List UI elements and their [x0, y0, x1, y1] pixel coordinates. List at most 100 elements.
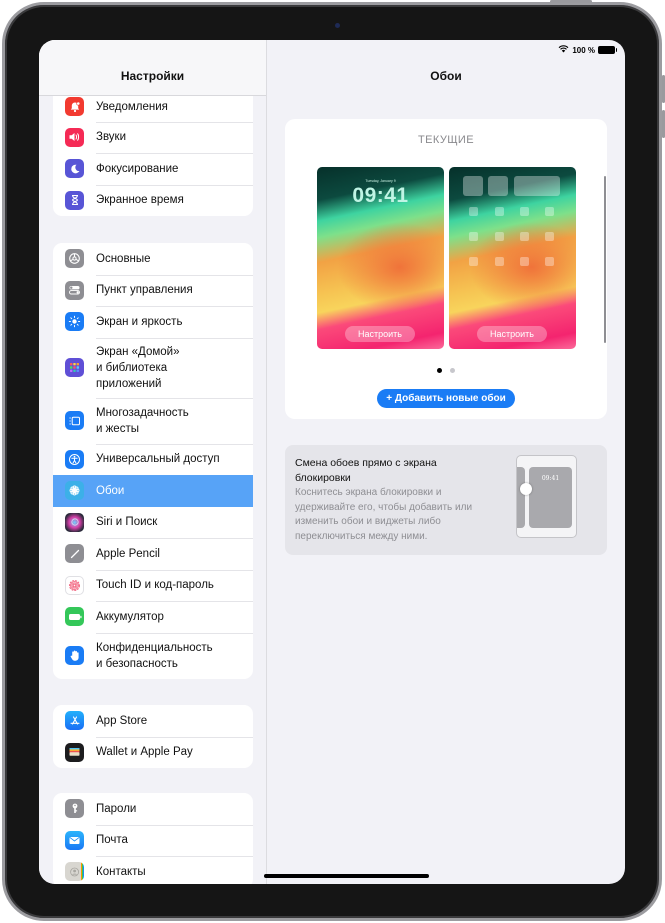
customize-home-screen-button[interactable]: Настроить — [477, 326, 547, 342]
sidebar-item-label: Wallet и Apple Pay — [96, 746, 193, 759]
battery-percentage: 100 % — [572, 45, 595, 55]
sidebar-item-siri-search[interactable]: Siri и Поиск — [53, 507, 253, 539]
lock-screen-preview[interactable]: Tuesday, January 9 09:41 Настроить — [317, 167, 444, 349]
widget-placeholder — [488, 176, 508, 196]
sidebar-item-label: Основные — [96, 252, 151, 265]
pencil-icon — [65, 544, 84, 564]
top-button[interactable] — [550, 0, 592, 3]
app-icon-placeholder — [495, 232, 504, 241]
sidebar-item-control-center[interactable]: Пункт управления — [53, 274, 253, 307]
app-icon-placeholder — [495, 207, 504, 216]
carousel-scroll-indicator — [604, 176, 606, 343]
customize-lock-screen-button[interactable]: Настроить — [345, 326, 415, 342]
illustration-side-panel — [517, 467, 525, 528]
app-icon-placeholder — [469, 207, 478, 216]
sidebar-item-label: Конфиденциальность и безопасность — [96, 641, 213, 670]
moon-icon — [65, 159, 84, 179]
page-dot-2[interactable] — [450, 368, 455, 373]
sidebar-item-contacts[interactable]: Контакты — [53, 856, 253, 884]
toggles-icon — [65, 280, 84, 300]
sidebar-header: Настройки — [39, 40, 266, 96]
sidebar-item-label: Экран «Домой» и библиотека приложений — [96, 345, 180, 390]
sidebar-item-label: Контакты — [96, 865, 146, 878]
battery-icon — [598, 46, 617, 54]
home-indicator[interactable] — [264, 874, 429, 878]
accessibility-icon — [65, 449, 84, 469]
page-indicator[interactable] — [285, 368, 607, 373]
app-icon-placeholder — [545, 232, 554, 241]
settings-group-accounts: Пароли Почта Контакты — [53, 793, 253, 884]
speaker-icon — [65, 127, 84, 147]
illustration-touch-point — [520, 483, 532, 495]
app-icon-placeholder — [520, 207, 529, 216]
sidebar-item-display-brightness[interactable]: Экран и яркость — [53, 306, 253, 338]
contacts-icon — [65, 862, 84, 882]
settings-group-notifications: Уведомления Звуки Фокусирование Экранное… — [53, 90, 253, 216]
sidebar-item-mail[interactable]: Почта — [53, 824, 253, 857]
sidebar-item-accessibility[interactable]: Универсальный доступ — [53, 443, 253, 476]
lock-screen-switch-illustration: 09:41 — [516, 455, 577, 538]
wifi-icon — [558, 45, 569, 55]
sidebar-item-screen-time[interactable]: Экранное время — [53, 184, 253, 217]
current-wallpaper-card: ТЕКУЩИЕ Tuesday, January 9 09:41 Настрои… — [285, 119, 607, 419]
lock-screen-date: Tuesday, January 9 — [365, 179, 396, 183]
flower-icon — [65, 481, 84, 501]
sun-icon — [65, 312, 84, 332]
wallet-icon — [65, 742, 84, 762]
settings-group-general: Основные Пункт управления Экран и яркост… — [53, 243, 253, 679]
sidebar-item-wallpaper[interactable]: Обои — [53, 475, 253, 507]
sidebar-item-home-screen[interactable]: Экран «Домой» и библиотека приложений — [53, 337, 253, 398]
sidebar-item-label: Экранное время — [96, 194, 184, 207]
sidebar-item-label: Аккумулятор — [96, 610, 164, 623]
key-icon — [65, 799, 84, 819]
sidebar-item-multitasking[interactable]: Многозадачность и жесты — [53, 397, 253, 444]
fingerprint-icon — [65, 575, 84, 595]
sidebar-item-label: Уведомления — [96, 100, 168, 113]
app-icon-placeholder — [495, 257, 504, 266]
gear-icon — [65, 249, 84, 269]
sidebar-item-label: Многозадачность и жесты — [96, 406, 189, 435]
add-new-wallpaper-button[interactable]: + Добавить новые обои — [377, 389, 515, 408]
page-title: Обои — [430, 69, 462, 83]
sidebar-item-apple-pencil[interactable]: Apple Pencil — [53, 538, 253, 570]
status-bar-right: 100 % — [558, 45, 617, 55]
screen: Настройки Уведомления Звуки Фокусировани… — [39, 40, 625, 884]
lock-screen-time: 09:41 — [352, 184, 409, 207]
sidebar-item-privacy[interactable]: Конфиденциальность и безопасность — [53, 632, 253, 679]
sidebar-item-touch-id[interactable]: Touch ID и код-пароль — [53, 569, 253, 602]
tip-title: Смена обоев прямо с экрана блокировки — [295, 457, 437, 484]
sidebar-item-passwords[interactable]: Пароли — [53, 793, 253, 825]
sidebar-item-battery[interactable]: Аккумулятор — [53, 601, 253, 633]
sidebar-title: Настройки — [120, 69, 185, 83]
illustration-main-panel: 09:41 — [529, 467, 572, 528]
app-grid-icon — [65, 358, 84, 377]
widget-placeholder — [463, 176, 483, 196]
app-icon-placeholder — [545, 257, 554, 266]
sidebar-item-sounds[interactable]: Звуки — [53, 121, 253, 154]
sidebar-item-app-store[interactable]: App Store — [53, 705, 253, 737]
sidebar-item-label: Фокусирование — [96, 162, 179, 175]
app-icon-placeholder — [520, 257, 529, 266]
siri-icon — [65, 512, 84, 532]
sidebar-item-label: Экран и яркость — [96, 315, 183, 328]
sidebar-item-wallet[interactable]: Wallet и Apple Pay — [53, 736, 253, 769]
bell-icon — [65, 97, 84, 117]
sidebar-item-label: Универсальный доступ — [96, 453, 220, 466]
wallpaper-tip-card: Смена обоев прямо с экрана блокировки Ко… — [285, 445, 607, 555]
sidebar-item-label: Почта — [96, 834, 128, 847]
page-dot-1[interactable] — [437, 368, 442, 373]
sidebar-item-focus[interactable]: Фокусирование — [53, 153, 253, 185]
sidebar-item-label: Siri и Поиск — [96, 516, 158, 529]
sidebar-item-general[interactable]: Основные — [53, 243, 253, 275]
app-icon-placeholder — [520, 232, 529, 241]
app-icon-placeholder — [545, 207, 554, 216]
battery-icon — [65, 607, 84, 627]
front-camera — [335, 23, 340, 28]
sidebar-item-label: Пароли — [96, 802, 137, 815]
sidebar-item-label: Пункт управления — [96, 284, 193, 297]
multitasking-icon — [65, 411, 84, 430]
app-store-icon — [65, 711, 84, 731]
sidebar-item-label: Touch ID и код-пароль — [96, 579, 214, 592]
home-screen-preview[interactable]: Настроить — [449, 167, 576, 349]
settings-sidebar: Настройки Уведомления Звуки Фокусировани… — [39, 40, 267, 884]
